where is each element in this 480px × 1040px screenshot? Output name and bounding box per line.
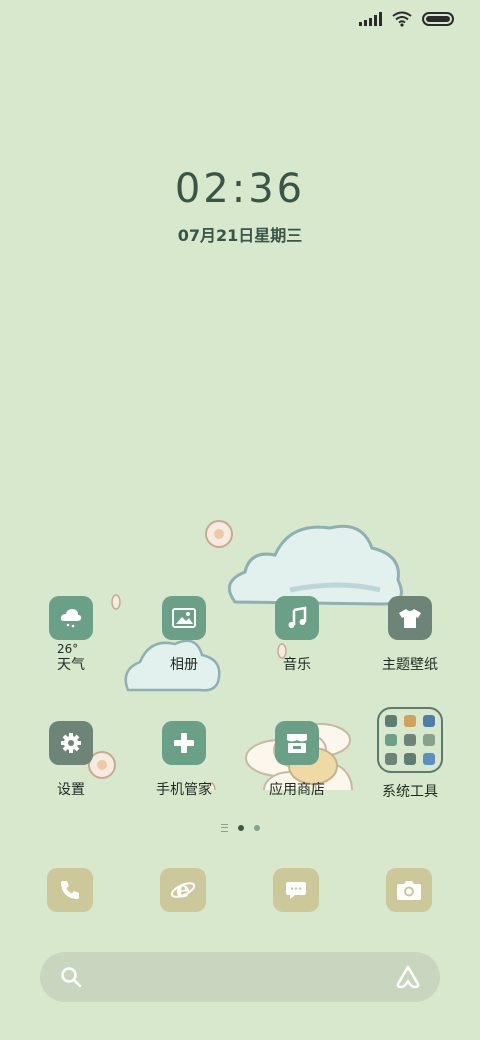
music-note-icon — [275, 596, 319, 640]
app-gallery[interactable]: 相册 — [128, 596, 240, 674]
camera-icon — [397, 881, 421, 900]
tshirt-icon — [388, 596, 432, 640]
phone-icon — [61, 881, 79, 899]
plus-icon — [162, 721, 206, 765]
app-label: 应用商店 — [269, 782, 325, 798]
search-bar[interactable] — [40, 952, 440, 1002]
clock-date: 07月21日星期三 — [177, 226, 303, 245]
search-icon[interactable] — [60, 966, 82, 988]
folder-icon — [377, 707, 443, 773]
app-label: 设置 — [57, 782, 85, 798]
app-label: 系统工具 — [382, 784, 438, 800]
status-bar — [359, 8, 454, 30]
app-label: 音乐 — [283, 657, 311, 673]
app-label: 手机管家 — [156, 782, 212, 798]
cloud-large — [227, 524, 403, 606]
dock-browser[interactable]: e — [160, 868, 206, 912]
photo-icon — [162, 596, 206, 640]
app-label: 相册 — [170, 657, 198, 673]
battery-icon — [422, 12, 454, 26]
message-icon — [286, 882, 306, 899]
page-dot[interactable] — [253, 825, 260, 831]
dock-camera[interactable] — [386, 868, 432, 912]
app-label: 天气 — [57, 657, 85, 673]
dock-phone[interactable] — [47, 868, 93, 912]
app-settings[interactable]: 设置 — [15, 721, 127, 799]
assistant-icon[interactable] — [394, 964, 422, 990]
gear-icon — [49, 721, 93, 765]
cellular-signal-icon — [359, 12, 382, 26]
wifi-icon — [392, 11, 412, 27]
app-phone-manager[interactable]: 手机管家 — [128, 721, 240, 799]
page-dot-active[interactable] — [237, 825, 244, 831]
store-icon — [275, 721, 319, 765]
app-weather[interactable]: 26° 天气 — [15, 596, 127, 674]
browser-icon: e — [170, 877, 196, 903]
page-list-icon[interactable] — [220, 824, 228, 832]
app-store[interactable]: 应用商店 — [241, 721, 353, 799]
app-label: 主题壁纸 — [382, 657, 438, 673]
weather-temperature: 26° — [57, 642, 79, 656]
app-folder-system-tools[interactable]: 系统工具 — [354, 707, 466, 801]
dock-messages[interactable] — [273, 868, 319, 912]
weather-cloud-icon: 26° — [49, 596, 93, 656]
app-music[interactable]: 音乐 — [241, 596, 353, 674]
app-themes[interactable]: 主题壁纸 — [354, 596, 466, 674]
clock-time: 02:36 — [174, 166, 306, 212]
svg-text:e: e — [176, 877, 190, 903]
page-indicator[interactable] — [0, 824, 480, 832]
